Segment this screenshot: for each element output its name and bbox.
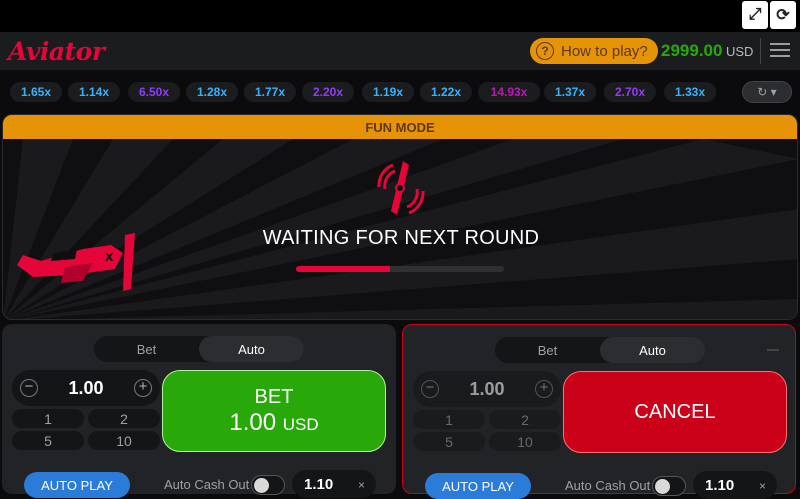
auto-cashout-label: Auto Cash Out <box>164 477 250 492</box>
auto-cashout-toggle[interactable] <box>251 475 285 495</box>
decrease-stake-button[interactable]: − <box>20 379 38 397</box>
increase-stake-button[interactable]: + <box>534 380 553 398</box>
game-header: Aviator ? How to play? 2999.00 USD <box>0 32 800 70</box>
auto-play-button[interactable]: AUTO PLAY <box>24 472 130 498</box>
round-progress-bar <box>296 266 504 272</box>
bet-button-label: BET <box>254 385 294 408</box>
multiplier-badge: 1.65x <box>10 82 62 102</box>
multiplier-badge: 1.19x <box>362 82 414 102</box>
clear-cashout-icon[interactable]: × <box>358 478 365 492</box>
bet-button[interactable]: BET 1.00 USD <box>162 370 386 452</box>
multiplier-history: 1.65x 1.14x 6.50x 1.28x 1.77x 2.20x 1.19x 1.22x… <box>0 70 800 114</box>
quick-stake-grid: 1 2 5 10 <box>12 409 160 450</box>
quick-stake-button[interactable]: 2 <box>88 409 160 428</box>
auto-cashout-toggle[interactable] <box>652 476 686 496</box>
stake-stepper: − 1.00 + <box>12 370 160 406</box>
multiplier-badge: 1.37x <box>544 82 596 102</box>
history-icon: ↻ ▾ <box>757 85 777 99</box>
quick-stake-button[interactable]: 2 <box>489 410 561 429</box>
increase-stake-button[interactable]: + <box>133 379 152 397</box>
multiplier-badge: 1.28x <box>186 82 238 102</box>
game-stage: FUN MODE X WAITING FOR NEXT ROUND <box>2 114 798 320</box>
tab-bet[interactable]: Bet <box>94 336 199 362</box>
stake-value[interactable]: 1.00 <box>68 378 103 399</box>
quick-stake-button[interactable]: 1 <box>12 409 84 428</box>
aviator-logo: Aviator <box>8 37 105 66</box>
auto-cashout-label: Auto Cash Out <box>565 478 651 493</box>
bet-mode-tabs: Bet Auto <box>94 336 304 362</box>
tab-auto[interactable]: Auto <box>199 336 304 362</box>
multiplier-badge: 6.50x <box>128 82 180 102</box>
multiplier-badge: 2.70x <box>604 82 656 102</box>
decrease-stake-button[interactable]: − <box>421 380 439 398</box>
how-to-play-button[interactable]: ? How to play? <box>530 38 658 64</box>
menu-icon[interactable] <box>770 43 790 59</box>
balance-currency: USD <box>726 44 754 59</box>
fullscreen-button[interactable]: ⤢ <box>742 1 768 29</box>
multiplier-badge: 14.93x <box>478 82 540 102</box>
round-progress-fill <box>296 266 390 272</box>
stake-controls: − 1.00 + 1 2 5 10 <box>413 371 561 457</box>
clear-cashout-icon[interactable]: × <box>759 479 766 493</box>
question-icon: ? <box>536 42 554 60</box>
reload-button[interactable]: ⟳ <box>770 1 796 29</box>
bet-panel-2: Bet Auto − 1.00 + 1 2 5 10 CANCEL AUTO P… <box>402 324 796 499</box>
bet-mode-tabs: Bet Auto <box>495 337 705 363</box>
header-divider <box>760 38 761 64</box>
auto-play-button[interactable]: AUTO PLAY <box>425 473 531 499</box>
quick-stake-button[interactable]: 1 <box>413 410 485 429</box>
reload-icon: ⟳ <box>776 7 790 24</box>
multiplier-badge: 2.20x <box>302 82 354 102</box>
fun-mode-banner: FUN MODE <box>3 115 797 139</box>
top-strip: ⤢ ⟳ <box>0 0 800 32</box>
quick-stake-button[interactable]: 5 <box>12 431 84 450</box>
quick-stake-button[interactable]: 5 <box>413 432 485 451</box>
cancel-button[interactable]: CANCEL <box>563 371 787 453</box>
remove-panel-icon[interactable] <box>767 349 779 351</box>
balance-amount: 2999.00 <box>661 41 723 60</box>
bet-panel-1: Bet Auto − 1.00 + 1 2 5 10 BET 1.00 USD … <box>2 324 396 498</box>
stake-value[interactable]: 1.00 <box>469 379 504 400</box>
fullscreen-icon: ⤢ <box>748 6 762 23</box>
stake-controls: − 1.00 + 1 2 5 10 <box>12 370 160 456</box>
how-to-play-label: How to play? <box>561 42 648 60</box>
multiplier-badge: 1.77x <box>244 82 296 102</box>
quick-stake-button[interactable]: 10 <box>489 432 561 451</box>
quick-stake-grid: 1 2 5 10 <box>413 410 561 451</box>
tab-auto[interactable]: Auto <box>600 337 705 363</box>
multiplier-badge: 1.22x <box>420 82 472 102</box>
round-status: WAITING FOR NEXT ROUND <box>262 227 540 249</box>
stake-stepper: − 1.00 + <box>413 371 561 407</box>
bet-button-amount: 1.00 USD <box>229 408 319 436</box>
svg-text:X: X <box>105 251 114 264</box>
multiplier-badge: 1.14x <box>68 82 120 102</box>
quick-stake-button[interactable]: 10 <box>88 431 160 450</box>
history-toggle-button[interactable]: ↻ ▾ <box>742 81 792 103</box>
propeller-icon <box>377 161 425 215</box>
tab-bet[interactable]: Bet <box>495 337 600 363</box>
multiplier-badge: 1.33x <box>664 82 716 102</box>
